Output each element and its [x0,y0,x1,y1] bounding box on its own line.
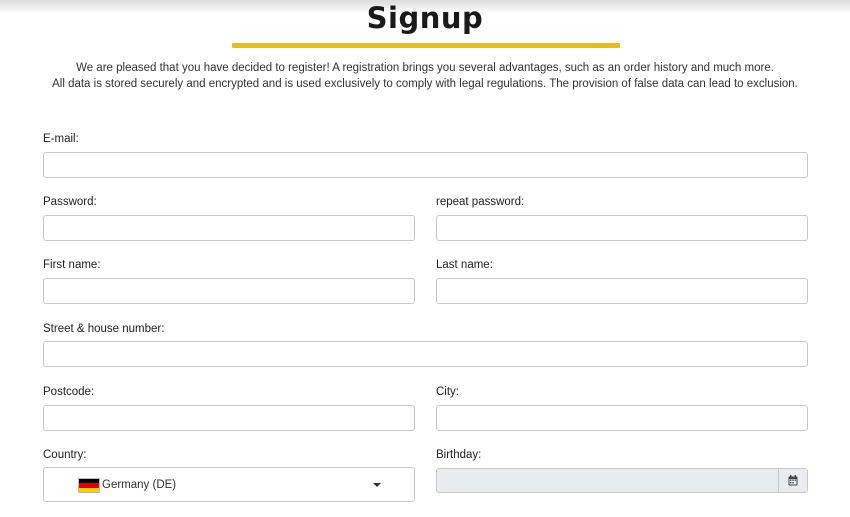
birthday-label: Birthday: [436,449,482,461]
calendar-button[interactable] [778,469,807,492]
postcode-label: Postcode: [43,386,95,398]
birthday-field[interactable] [436,468,808,493]
repeat-password-field[interactable] [436,215,808,241]
city-field[interactable] [436,405,808,431]
repeat-password-label: repeat password: [436,196,525,208]
signup-page: Signup We are pleased that you have deci… [0,0,850,517]
title-underline [232,43,620,48]
postcode-field[interactable] [43,405,415,431]
city-label: City: [436,386,459,398]
password-label: Password: [43,196,97,208]
first-name-label: First name: [43,259,101,271]
country-selected-value: Germany (DE) [102,479,177,491]
flag-de-icon [78,478,100,493]
last-name-field[interactable] [436,278,808,304]
country-select[interactable]: Germany (DE) [43,467,415,502]
country-label: Country: [43,449,87,461]
email-label: E-mail: [43,133,79,145]
intro-text: We are pleased that you have decided to … [20,60,830,92]
calendar-icon [788,475,798,486]
last-name-label: Last name: [436,259,493,271]
intro-line-2: All data is stored securely and encrypte… [52,78,798,90]
street-label: Street & house number: [43,323,165,335]
password-field[interactable] [43,215,415,241]
chevron-down-icon [373,483,381,487]
email-field[interactable] [43,152,808,178]
intro-line-1: We are pleased that you have decided to … [76,62,774,74]
first-name-field[interactable] [43,278,415,304]
street-field[interactable] [43,341,808,367]
page-title: Signup [366,1,484,35]
